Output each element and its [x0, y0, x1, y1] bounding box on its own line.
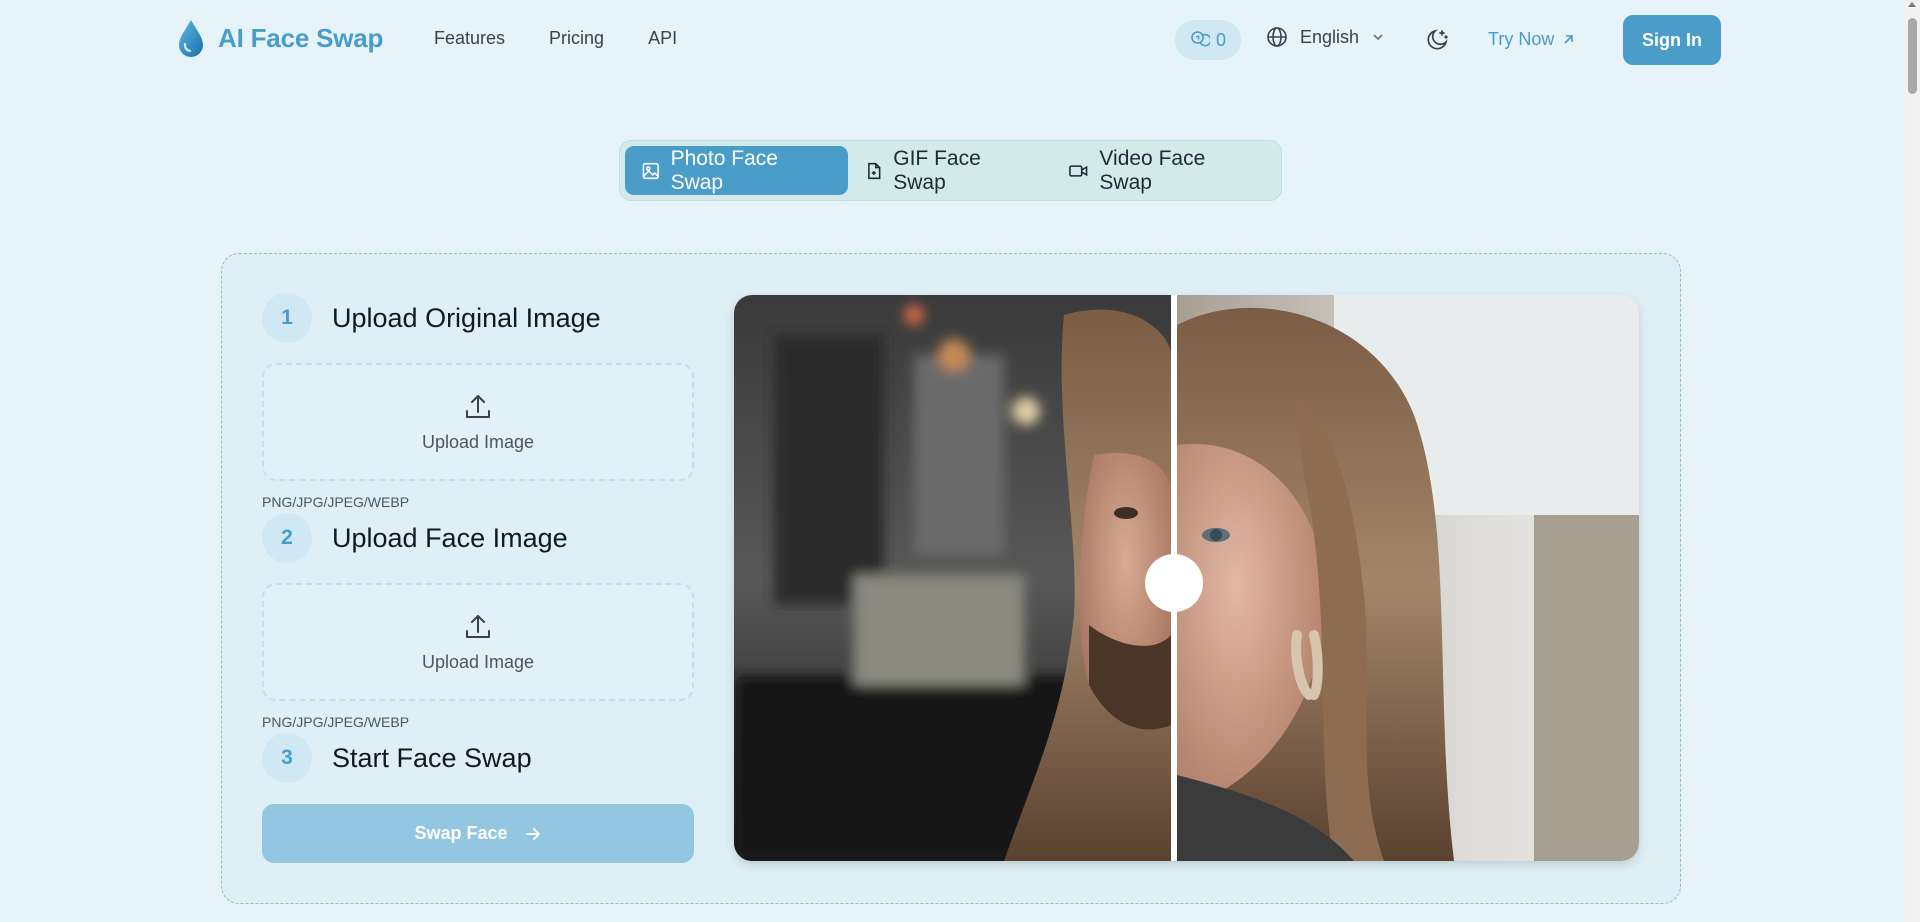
step-number: 2 [262, 513, 312, 563]
language-label: English [1300, 26, 1360, 47]
upload-face-image-dropzone[interactable]: Upload Image [262, 583, 694, 701]
credits-count: 0 [1215, 29, 1226, 50]
comparison-image [734, 295, 1639, 861]
try-now-label: Try Now [1488, 29, 1555, 49]
arrow-up-right-icon [1564, 35, 1574, 44]
step-number: 3 [262, 733, 312, 783]
arrow-right-icon [525, 827, 540, 840]
nav-api[interactable]: API [648, 28, 677, 49]
step-number: 1 [262, 293, 312, 343]
video-icon [1069, 164, 1088, 177]
image-icon [642, 162, 659, 179]
tab-label: Video Face Swap [1099, 146, 1206, 194]
step-title: Upload Original Image [332, 302, 601, 333]
nav-features[interactable]: Features [434, 28, 505, 49]
logo-text: AI Face Swap [218, 22, 384, 53]
upload-icon [466, 614, 490, 638]
step-2: 2 Upload Face Image [262, 513, 568, 563]
swap-type-tabs: Photo Face Swap GIF Face Swap Video Face… [619, 140, 1282, 201]
moon-theme-toggle-icon[interactable] [1424, 27, 1450, 53]
upload-label: Upload Image [421, 651, 535, 672]
tab-photo-face-swap[interactable]: Photo Face Swap [625, 146, 848, 195]
site-header: AI Face Swap Features Pricing API 0 Engl… [0, 0, 1905, 80]
tab-video-face-swap[interactable]: Video Face Swap [1052, 146, 1276, 195]
page-scrollbar[interactable] [1905, 0, 1920, 922]
scrollbar-thumb[interactable] [1908, 18, 1917, 94]
swap-face-label: Swap Face [414, 823, 508, 843]
scroll-up-arrow-icon[interactable] [1908, 2, 1916, 7]
coins-icon [1191, 31, 1210, 47]
water-drop-logo-icon [179, 20, 203, 57]
before-after-preview [734, 295, 1639, 861]
supported-formats: PNG/JPG/JPEG/WEBP [262, 714, 410, 730]
sign-in-button[interactable]: Sign In [1623, 15, 1721, 65]
try-now-link[interactable]: Try Now [1488, 29, 1575, 50]
upload-label: Upload Image [421, 431, 535, 452]
logo[interactable]: AI Face Swap [176, 18, 383, 58]
tab-label: GIF Face Swap [893, 146, 981, 194]
comparison-slider-handle[interactable] [1145, 554, 1203, 612]
gif-file-icon [867, 162, 881, 179]
step-1: 1 Upload Original Image [262, 293, 601, 343]
step-title: Start Face Swap [332, 742, 532, 773]
upload-original-image-dropzone[interactable]: Upload Image [262, 363, 694, 481]
credits-badge[interactable]: 0 [1175, 20, 1241, 60]
upload-icon [466, 394, 490, 418]
main-nav: Features Pricing API [434, 28, 721, 49]
swap-face-button[interactable]: Swap Face [262, 804, 694, 863]
tab-label: Photo Face Swap [670, 146, 778, 194]
globe-icon [1267, 27, 1287, 47]
supported-formats: PNG/JPG/JPEG/WEBP [262, 494, 410, 510]
nav-pricing[interactable]: Pricing [549, 28, 604, 49]
step-title: Upload Face Image [332, 522, 568, 553]
chevron-down-icon [1373, 34, 1383, 41]
step-3: 3 Start Face Swap [262, 733, 532, 783]
language-selector[interactable]: English [1266, 26, 1385, 48]
tab-gif-face-swap[interactable]: GIF Face Swap [848, 146, 1052, 195]
